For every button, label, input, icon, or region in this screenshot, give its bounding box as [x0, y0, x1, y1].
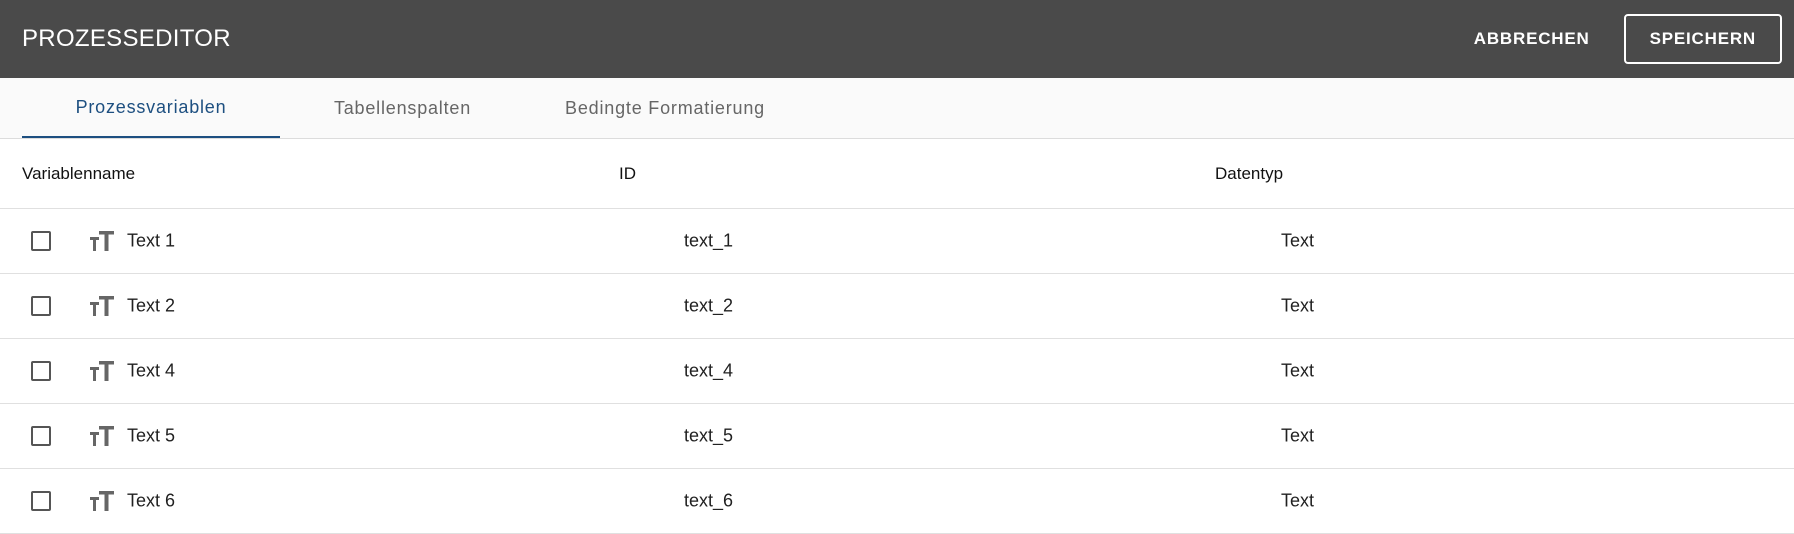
- table-row[interactable]: Text 6 text_6 Text: [0, 469, 1794, 534]
- table-row[interactable]: Text 2 text_2 Text: [0, 274, 1794, 339]
- variable-id: text_5: [684, 425, 734, 446]
- cancel-button[interactable]: ABBRECHEN: [1474, 29, 1590, 49]
- variable-id: text_2: [684, 295, 734, 316]
- variable-name: Text 2: [127, 295, 176, 316]
- table-body: Text 1 text_1 Text Text 2 text_2 Text Text 4 te…: [0, 209, 1794, 534]
- text-fields-icon: [90, 425, 114, 447]
- app-bar: PROZESSEDITOR ABBRECHEN SPEICHERN: [0, 0, 1794, 78]
- tab-bar: Prozessvariablen Tabellenspalten Bedingt…: [0, 78, 1794, 139]
- variable-type: Text: [1281, 360, 1315, 381]
- save-button[interactable]: SPEICHERN: [1623, 14, 1782, 64]
- text-fields-icon: [90, 360, 114, 382]
- row-checkbox[interactable]: [31, 296, 51, 316]
- text-fields-icon: [90, 295, 114, 317]
- row-checkbox[interactable]: [31, 231, 51, 251]
- variable-type: Text: [1281, 425, 1315, 446]
- variable-name: Text 6: [127, 490, 176, 511]
- variable-id: text_6: [684, 490, 734, 511]
- table-header: Variablenname ID Datentyp: [0, 139, 1794, 209]
- variable-id: text_1: [684, 230, 734, 251]
- app-title: PROZESSEDITOR: [22, 25, 231, 52]
- tab-bedingte-formatierung[interactable]: Bedingte Formatierung: [525, 78, 805, 138]
- text-fields-icon: [90, 230, 114, 252]
- appbar-actions: ABBRECHEN SPEICHERN: [1474, 14, 1782, 64]
- variable-id: text_4: [684, 360, 734, 381]
- row-checkbox[interactable]: [31, 491, 51, 511]
- column-header-type[interactable]: Datentyp: [1215, 164, 1283, 184]
- variable-type: Text: [1281, 490, 1315, 511]
- row-checkbox[interactable]: [31, 426, 51, 446]
- table-row[interactable]: Text 4 text_4 Text: [0, 339, 1794, 404]
- tab-prozessvariablen[interactable]: Prozessvariablen: [22, 78, 280, 138]
- table-row[interactable]: Text 5 text_5 Text: [0, 404, 1794, 469]
- tab-tabellenspalten[interactable]: Tabellenspalten: [280, 78, 525, 138]
- variable-name: Text 4: [127, 360, 176, 381]
- row-checkbox[interactable]: [31, 361, 51, 381]
- column-header-name[interactable]: Variablenname: [22, 164, 135, 184]
- column-header-id[interactable]: ID: [619, 164, 636, 184]
- variable-type: Text: [1281, 230, 1315, 251]
- table-row[interactable]: Text 1 text_1 Text: [0, 209, 1794, 274]
- variable-name: Text 5: [127, 425, 176, 446]
- text-fields-icon: [90, 490, 114, 512]
- variable-name: Text 1: [127, 230, 176, 251]
- variable-type: Text: [1281, 295, 1315, 316]
